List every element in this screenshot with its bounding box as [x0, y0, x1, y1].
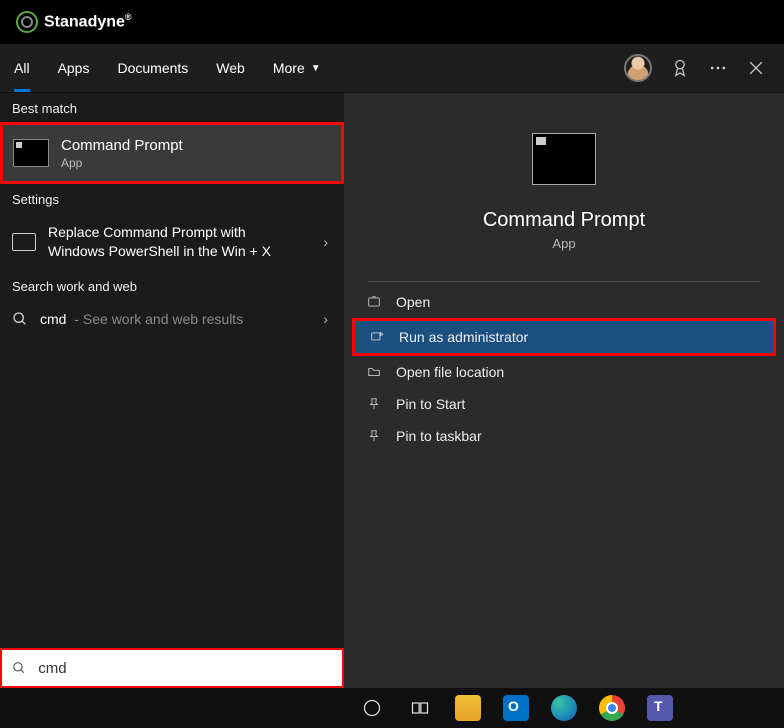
settings-display-icon: [12, 233, 36, 251]
folder-icon: [366, 365, 382, 379]
user-avatar[interactable]: [624, 54, 652, 82]
filter-icons: [624, 54, 774, 82]
chevron-right-icon: ›: [323, 311, 328, 327]
close-icon[interactable]: [746, 58, 766, 78]
filter-tab-more-label: More: [273, 60, 305, 76]
results-column: Best match Command Prompt App Settings R…: [0, 93, 344, 689]
action-open-file-location-label: Open file location: [396, 364, 504, 380]
detail-column: Command Prompt App Open Run as administr…: [344, 93, 784, 689]
web-result-query: cmd: [40, 311, 66, 327]
action-open-file-location[interactable]: Open file location: [344, 356, 784, 388]
web-result-suffix: - See work and web results: [74, 311, 243, 327]
best-match-subtitle: App: [61, 156, 183, 170]
filter-tab-web[interactable]: Web: [202, 44, 259, 92]
action-pin-to-start-label: Pin to Start: [396, 396, 465, 412]
detail-subtitle: App: [552, 236, 575, 251]
best-match-header: Best match: [0, 93, 344, 122]
search-icon: [12, 311, 28, 327]
chrome-icon[interactable]: [592, 688, 632, 728]
best-match-title: Command Prompt: [61, 137, 183, 154]
more-options-icon[interactable]: [708, 58, 728, 78]
action-pin-to-start[interactable]: Pin to Start: [344, 388, 784, 420]
filter-tab-documents[interactable]: Documents: [103, 44, 202, 92]
file-explorer-icon[interactable]: [448, 688, 488, 728]
detail-title: Command Prompt: [483, 209, 645, 232]
brand-trademark: ®: [125, 12, 132, 22]
brand-logo-icon: [16, 11, 38, 33]
search-web-header: Search work and web: [0, 271, 344, 300]
settings-result[interactable]: Replace Command Prompt with Windows Powe…: [0, 213, 344, 271]
best-match-result[interactable]: Command Prompt App: [0, 122, 344, 184]
pin-icon: [366, 397, 382, 411]
filter-row: All Apps Documents Web More ▼: [0, 44, 784, 93]
search-bar[interactable]: [0, 648, 344, 688]
chevron-down-icon: ▼: [311, 63, 321, 74]
open-icon: [366, 295, 382, 309]
filter-tab-apps[interactable]: Apps: [44, 44, 104, 92]
web-result-text: cmd - See work and web results: [40, 310, 243, 329]
reward-icon[interactable]: [670, 58, 690, 78]
action-run-as-administrator-label: Run as administrator: [399, 329, 528, 345]
outlook-icon[interactable]: O: [496, 688, 536, 728]
action-pin-to-taskbar[interactable]: Pin to taskbar: [344, 420, 784, 452]
teams-icon[interactable]: T: [640, 688, 680, 728]
action-pin-to-taskbar-label: Pin to taskbar: [396, 428, 482, 444]
cortana-button[interactable]: [352, 688, 392, 728]
action-run-as-administrator[interactable]: Run as administrator: [352, 318, 776, 356]
search-input[interactable]: [36, 659, 342, 678]
action-open[interactable]: Open: [344, 286, 784, 318]
chevron-right-icon: ›: [323, 234, 328, 250]
search-icon: [12, 660, 26, 676]
command-prompt-icon: [13, 139, 49, 167]
brand-name: Stanadyne®: [44, 12, 132, 31]
brand-name-text: Stanadyne: [44, 14, 125, 31]
detail-separator: [368, 281, 760, 282]
edge-icon[interactable]: [544, 688, 584, 728]
brand-bar: Stanadyne®: [0, 0, 784, 44]
detail-header: Command Prompt App: [344, 93, 784, 269]
action-open-label: Open: [396, 294, 430, 310]
filter-tab-more[interactable]: More ▼: [259, 44, 335, 92]
brand-logo: Stanadyne®: [16, 11, 132, 33]
command-prompt-large-icon: [532, 133, 596, 185]
shield-icon: [369, 330, 385, 344]
settings-result-text: Replace Command Prompt with Windows Powe…: [48, 223, 298, 261]
web-result[interactable]: cmd - See work and web results ›: [0, 300, 344, 339]
settings-header: Settings: [0, 184, 344, 213]
filter-tab-all[interactable]: All: [0, 44, 44, 92]
taskbar: O T: [0, 688, 784, 728]
task-view-button[interactable]: [400, 688, 440, 728]
pin-icon: [366, 429, 382, 443]
